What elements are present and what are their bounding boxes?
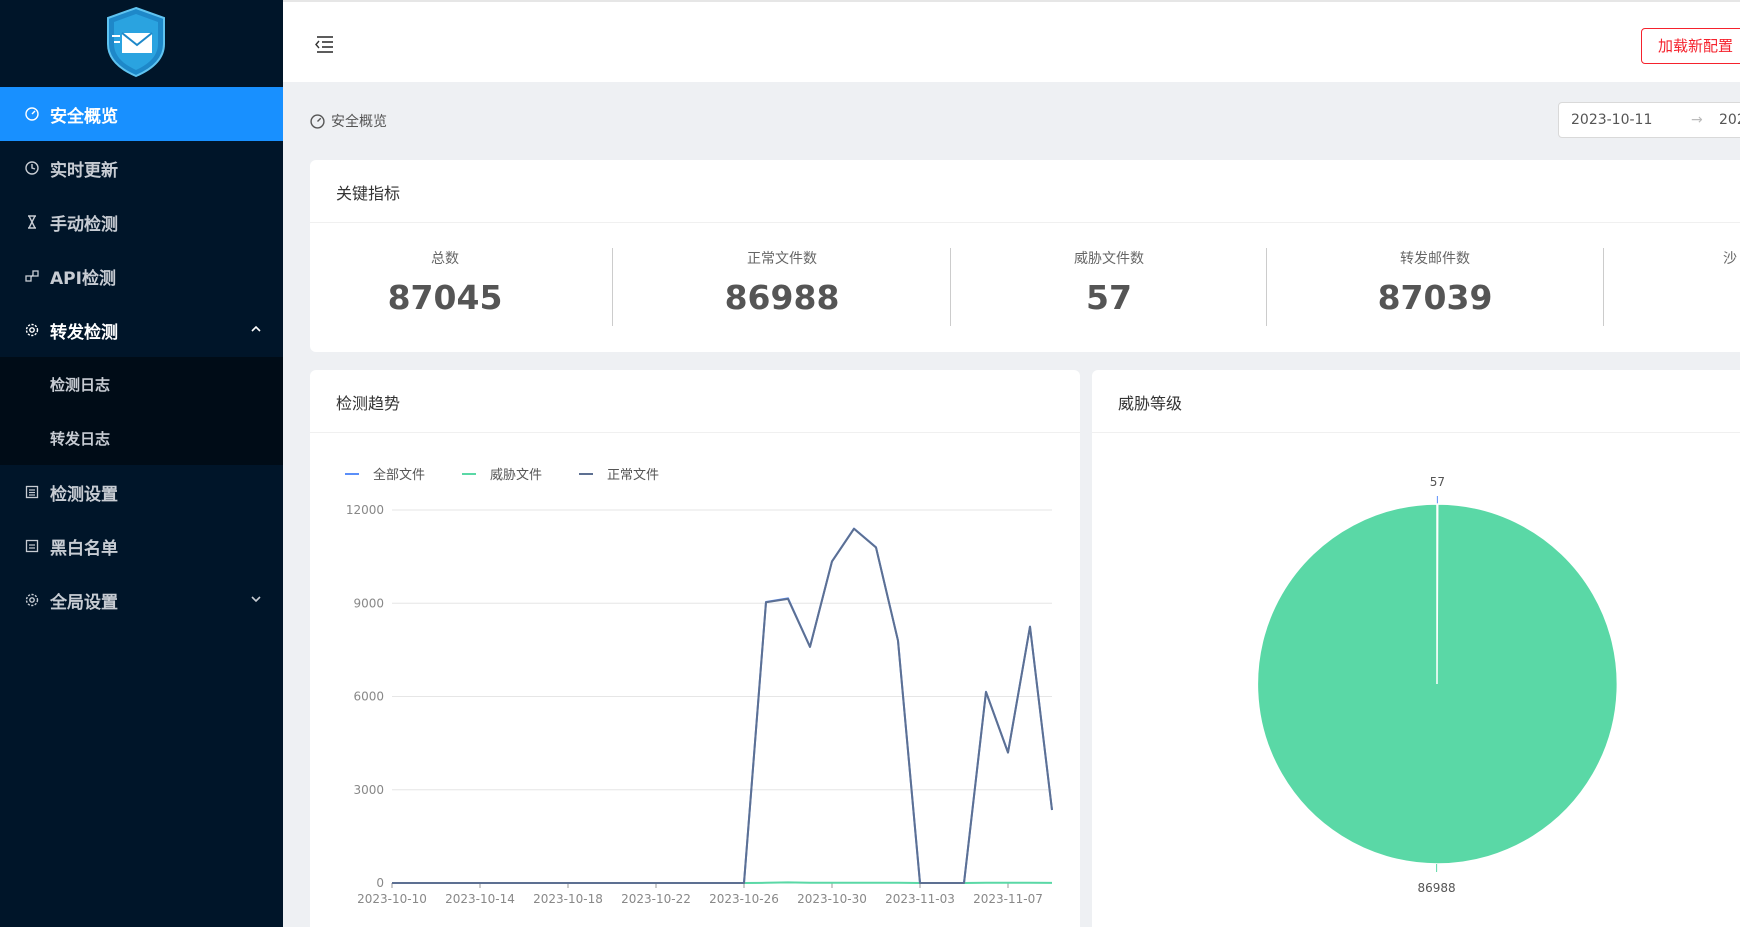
- dashboard-icon: [310, 113, 325, 129]
- series-line-2: [392, 527, 1053, 884]
- sidebar-item-label: 转发检测: [50, 322, 118, 343]
- legend-label: 威胁文件: [490, 468, 542, 483]
- x-tick-label: 2023-10-22: [621, 892, 691, 906]
- dashboard-icon: [24, 106, 40, 122]
- sidebar-item-detect-settings[interactable]: 检测设置: [0, 465, 283, 519]
- sidebar-subitem-label: 转发日志: [50, 429, 111, 448]
- x-tick-label: 2023-11-07: [973, 892, 1043, 906]
- x-tick-label: 2023-10-10: [357, 892, 427, 906]
- menu-fold-icon[interactable]: [313, 34, 335, 54]
- kpi-label: 转发邮件数: [1400, 251, 1470, 267]
- sidebar-item-global-settings[interactable]: 全局设置: [0, 573, 283, 627]
- sidebar-item-label: API检测: [50, 268, 116, 289]
- kpi-value: 86988: [724, 278, 840, 317]
- sidebar-item-api-detect[interactable]: API检测: [0, 249, 283, 303]
- x-tick-label: 2023-10-30: [797, 892, 867, 906]
- sidebar-item-label: 手动检测: [50, 214, 118, 235]
- hourglass-icon: [24, 214, 40, 230]
- card-divider: [1092, 432, 1740, 433]
- date-end[interactable]: 202: [1719, 112, 1740, 128]
- kpi-forwarded-mails: 转发邮件数 87039: [1305, 248, 1565, 317]
- kpi-value: 87045: [387, 278, 503, 317]
- series-line-0: [392, 527, 1053, 884]
- pie-slice-1: [1256, 503, 1619, 865]
- sidebar-item-label: 安全概览: [50, 106, 118, 127]
- sidebar: 安全概览 实时更新 手动检测 API检测 转发检测 检测日志 转发日志 检测设置…: [0, 0, 283, 927]
- y-tick-label: 3000: [353, 783, 384, 797]
- legend-label: 正常文件: [607, 468, 659, 483]
- card-divider: [310, 222, 1740, 223]
- kpi-divider: [612, 248, 613, 326]
- x-tick-label: 2023-11-03: [885, 892, 955, 906]
- sidebar-item-realtime-update[interactable]: 实时更新: [0, 141, 283, 195]
- mail-shield-logo-icon: [107, 6, 165, 78]
- pie-label: 86988: [1417, 881, 1455, 895]
- chevron-up-icon: [251, 325, 261, 332]
- gear-icon: [24, 322, 40, 338]
- reload-config-button[interactable]: 加载新配置: [1641, 28, 1740, 64]
- x-tick-label: 2023-10-14: [445, 892, 515, 906]
- kpi-value: 87039: [1377, 278, 1493, 317]
- sidebar-item-forward-detect[interactable]: 转发检测: [0, 303, 283, 357]
- clock-icon: [24, 160, 40, 176]
- chevron-down-icon: [251, 596, 261, 603]
- y-tick-label: 12000: [346, 503, 384, 517]
- kpi-threat-files: 威胁文件数 57: [979, 248, 1239, 317]
- sidebar-item-manual-detect[interactable]: 手动检测: [0, 195, 283, 249]
- sidebar-submenu: 检测日志 转发日志: [0, 357, 283, 465]
- kpi-total: 总数 87045: [315, 248, 575, 317]
- x-tick-label: 2023-10-26: [709, 892, 779, 906]
- arrow-right-icon: →: [1691, 112, 1703, 128]
- gear-icon: [24, 592, 40, 608]
- kpi-label: 沙: [1723, 251, 1737, 267]
- breadcrumb-label: 安全概览: [331, 114, 387, 130]
- date-range-picker[interactable]: 2023-10-11 → 202: [1558, 102, 1740, 138]
- kpi-value: 57: [1086, 278, 1132, 317]
- sidebar-item-label: 黑白名单: [50, 538, 118, 559]
- sidebar-item-black-white-list[interactable]: 黑白名单: [0, 519, 283, 573]
- kpi-sandbox: 沙: [1600, 248, 1740, 278]
- top-header: 加载新配置: [283, 0, 1740, 82]
- kpi-label: 总数: [431, 251, 459, 267]
- y-tick-label: 6000: [353, 690, 384, 704]
- sidebar-item-security-overview[interactable]: 安全概览: [0, 87, 283, 141]
- threat-level-pie-chart: 57 86988: [1256, 475, 1619, 895]
- y-tick-label: 9000: [353, 596, 384, 610]
- legend-label: 全部文件: [373, 467, 425, 483]
- card-divider: [310, 432, 1080, 433]
- list-icon: [24, 484, 40, 500]
- kpi-label: 正常文件数: [747, 251, 817, 267]
- pie-label: 57: [1430, 475, 1445, 489]
- card-title: 检测趋势: [336, 394, 401, 413]
- kpi-divider: [1266, 248, 1267, 326]
- kpi-label: 威胁文件数: [1074, 251, 1144, 267]
- sidebar-item-label: 实时更新: [50, 160, 118, 181]
- kpi-normal-files: 正常文件数 86988: [652, 248, 912, 317]
- card-title: 关键指标: [336, 184, 401, 203]
- sidebar-item-label: 全局设置: [50, 592, 118, 613]
- x-tick-label: 2023-10-18: [533, 892, 603, 906]
- sidebar-subitem-forward-log[interactable]: 转发日志: [0, 411, 283, 465]
- card-title: 威胁等级: [1118, 394, 1183, 413]
- sidebar-subitem-detect-log[interactable]: 检测日志: [0, 357, 283, 411]
- api-icon: [24, 268, 40, 284]
- sidebar-subitem-label: 检测日志: [50, 375, 111, 394]
- trend-line-chart: 全部文件 威胁文件 正常文件 0 3000 6000 9000 12000 2023-10-10…: [345, 467, 1053, 906]
- sidebar-menu: 安全概览 实时更新 手动检测 API检测 转发检测 检测日志 转发日志 检测设置…: [0, 87, 283, 627]
- sidebar-item-label: 检测设置: [50, 484, 118, 505]
- y-tick-label: 0: [376, 876, 384, 890]
- list-icon: [24, 538, 40, 554]
- kpi-divider: [950, 248, 951, 326]
- date-start[interactable]: 2023-10-11: [1571, 112, 1652, 128]
- breadcrumb: 安全概览: [310, 110, 387, 132]
